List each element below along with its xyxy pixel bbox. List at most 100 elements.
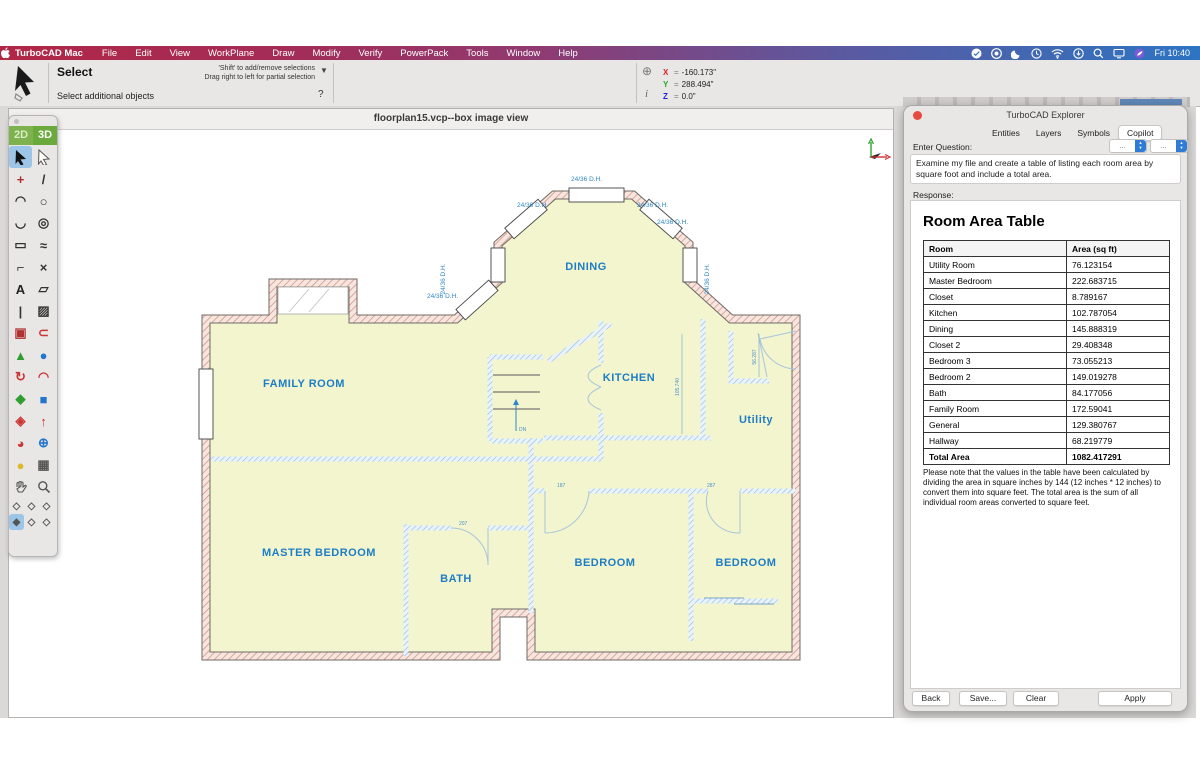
render-mode-tool[interactable]: ▦ (32, 454, 55, 476)
apply-button[interactable]: Apply (1098, 691, 1172, 706)
point-tool[interactable]: + (9, 168, 32, 190)
panel-title-bar[interactable]: TurboCAD Explorer (904, 106, 1187, 124)
download-circle-icon[interactable] (1073, 48, 1084, 59)
view-cube-iso-3[interactable]: ◇ (39, 498, 54, 514)
mode-3d-button[interactable]: 3D (33, 126, 57, 145)
panel-title: TurboCAD Explorer (904, 110, 1187, 120)
select-cursor-icon (12, 64, 42, 102)
save-button[interactable]: Save... (959, 691, 1007, 706)
clock-icon[interactable] (1031, 48, 1042, 59)
panel-buttons: Back Save... Clear Apply (904, 691, 1187, 711)
chimney (278, 287, 348, 314)
chevron-up-down-icon: ▲▼ (1176, 140, 1187, 152)
menu-window[interactable]: Window (497, 48, 549, 59)
menu-draw[interactable]: Draw (263, 48, 303, 59)
menu-verify[interactable]: Verify (349, 48, 391, 59)
select-open-tool[interactable] (32, 146, 55, 168)
line-tool[interactable]: / (32, 168, 55, 190)
menu-view[interactable]: View (161, 48, 199, 59)
floorplan-canvas[interactable]: 24/36 D.H. 24/36 D.H. 24/36 D.H. 24/36 D… (9, 129, 895, 719)
question-input[interactable]: Examine my file and create a table of li… (910, 154, 1181, 184)
arc-tool[interactable]: ◠ (9, 190, 32, 212)
palette-close-button[interactable] (14, 119, 19, 124)
room-label-kitchen: KITCHEN (603, 372, 655, 384)
launcher-icon[interactable] (1134, 48, 1145, 59)
table-row: General129.380767 (924, 417, 1170, 433)
model-select-dropdown[interactable]: ... ▲▼ (1109, 139, 1147, 153)
response-area[interactable]: Room Area Table Room Area (sq ft) Utilit… (910, 200, 1181, 689)
dimension-tool[interactable]: | (9, 300, 32, 322)
mode-2d-button[interactable]: 2D (9, 126, 33, 145)
zoom-tool[interactable] (32, 476, 55, 498)
sphere-tool[interactable]: ● (32, 344, 55, 366)
spline-tool[interactable]: ≈ (32, 234, 55, 256)
view-cube-iso-5[interactable]: ◇ (24, 514, 39, 530)
magnet-snap-tool[interactable]: ⊂ (32, 322, 55, 344)
cross-trim-tool[interactable]: × (32, 256, 55, 278)
polygon-tool[interactable]: ▱ (32, 278, 55, 300)
copy-transform-tool[interactable]: ▣ (9, 322, 32, 344)
search-icon[interactable] (1093, 48, 1104, 59)
stairs-dn-label: DN (519, 427, 527, 433)
push-pull-tool[interactable]: ↑ (32, 410, 55, 432)
room-label-utility: Utility (739, 414, 773, 426)
tab-layers[interactable]: Layers (1028, 126, 1070, 141)
menu-tools[interactable]: Tools (457, 48, 497, 59)
menu-powerpack[interactable]: PowerPack (391, 48, 457, 59)
view-cube-iso-4[interactable]: ◆ (9, 514, 24, 530)
room-label-family: FAMILY ROOM (263, 378, 345, 390)
help-button[interactable]: ? (318, 89, 324, 100)
tool-hints: 'Shift' to add/remove selections Drag ri… (120, 64, 315, 82)
moon-icon[interactable] (1011, 48, 1022, 59)
text-tool[interactable]: A (9, 278, 32, 300)
surface-tool[interactable]: ◆ (9, 388, 32, 410)
select-tool[interactable] (9, 146, 32, 168)
circle-tool[interactable]: ○ (32, 190, 55, 212)
cylinder-add-tool[interactable]: ⊕ (32, 432, 55, 454)
torus-tool[interactable]: ◕ (9, 432, 32, 454)
extrude-tool[interactable]: ▲ (9, 344, 32, 366)
compass-icon[interactable]: ⊕ (642, 64, 652, 78)
table-row: Utility Room76.123154 (924, 257, 1170, 273)
room-label-bedroom-2: BEDROOM (716, 557, 777, 569)
info-icon[interactable]: i (645, 88, 648, 100)
room-label-dining: DINING (565, 261, 607, 273)
tool-dropdown-arrow[interactable]: ▼ (320, 66, 328, 75)
menu-workplane[interactable]: WorkPlane (199, 48, 263, 59)
checkmark-circle-icon[interactable] (971, 48, 982, 59)
menu-modify[interactable]: Modify (303, 48, 349, 59)
display-icon[interactable] (1113, 48, 1125, 59)
view-cube-iso-6[interactable]: ◇ (39, 514, 54, 530)
apple-icon[interactable] (0, 47, 11, 59)
table-row: Closet 229.408348 (924, 337, 1170, 353)
document-window: floorplan15.vcp--box image view (8, 108, 894, 718)
tab-entities[interactable]: Entities (984, 126, 1028, 141)
pan-tool[interactable] (9, 476, 32, 498)
enter-question-label: Enter Question: (913, 142, 972, 152)
wifi-icon[interactable] (1051, 48, 1064, 59)
ellipse-tool[interactable]: ◎ (32, 212, 55, 234)
response-note: Please note that the values in the table… (923, 468, 1168, 508)
cube-solid-tool[interactable]: ■ (32, 388, 55, 410)
view-cube-iso-1[interactable]: ◇ (9, 498, 24, 514)
view-cube-iso-2[interactable]: ◇ (24, 498, 39, 514)
bend-tool[interactable]: ↻ (9, 366, 32, 388)
rounded-rect-tool[interactable]: ▭ (9, 234, 32, 256)
clear-button[interactable]: Clear (1013, 691, 1059, 706)
document-title-bar[interactable]: floorplan15.vcp--box image view (9, 109, 893, 130)
curve-tool[interactable]: ◡ (9, 212, 32, 234)
menu-help[interactable]: Help (549, 48, 587, 59)
menu-edit[interactable]: Edit (126, 48, 160, 59)
layer-stack-tool[interactable]: ◈ (9, 410, 32, 432)
hatch-tool[interactable]: ▨ (32, 300, 55, 322)
history-select-dropdown[interactable]: ... ▲▼ (1150, 139, 1188, 153)
arch-tool[interactable]: ◠ (32, 366, 55, 388)
palette-title-bar[interactable] (9, 116, 57, 126)
menu-file[interactable]: File (93, 48, 126, 59)
tool-palette: 2D 3D +/◠○◡◎▭≈⌐×A▱|▨▣⊂▲●↻◠◆■◈↑◕⊕●▦◇◇◇◆◇◇ (8, 115, 58, 557)
assistant-icon[interactable] (991, 48, 1002, 59)
light-tool[interactable]: ● (9, 454, 32, 476)
fillet-tool[interactable]: ⌐ (9, 256, 32, 278)
axis-indicator (869, 139, 891, 160)
back-button[interactable]: Back (912, 691, 950, 706)
